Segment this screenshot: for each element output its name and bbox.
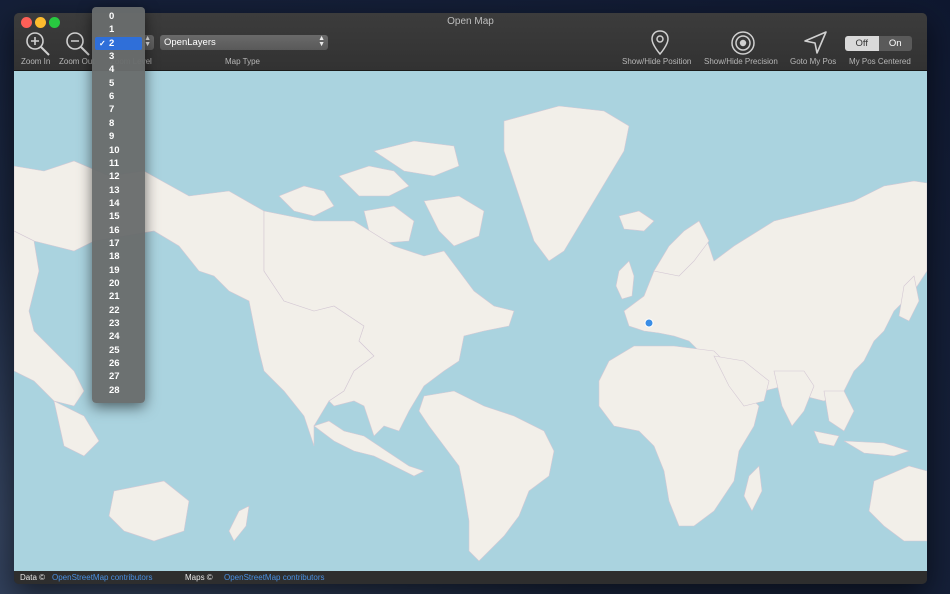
- current-position-marker: [644, 318, 654, 328]
- zoom-level-option[interactable]: 19: [92, 264, 145, 277]
- zoom-level-option[interactable]: 23: [92, 317, 145, 330]
- zoom-level-option[interactable]: 8: [92, 117, 145, 130]
- map-type-select[interactable]: OpenLayers ▲ ▼: [160, 35, 328, 50]
- show-hide-position-label: Show/Hide Position: [622, 57, 692, 66]
- zoom-level-option[interactable]: 26: [92, 357, 145, 370]
- zoom-level-option[interactable]: 7: [92, 103, 145, 116]
- show-hide-position-button[interactable]: Show/Hide Position: [620, 30, 700, 70]
- map-view[interactable]: [14, 71, 927, 571]
- zoom-level-option[interactable]: 13: [92, 184, 145, 197]
- my-pos-centered-label: My Pos Centered: [849, 57, 911, 66]
- zoom-level-option[interactable]: 15: [92, 210, 145, 223]
- zoom-level-option[interactable]: 5: [92, 77, 145, 90]
- zoom-level-option[interactable]: 12: [92, 170, 145, 183]
- zoom-level-option[interactable]: 20: [92, 277, 145, 290]
- toggle-on-option[interactable]: On: [879, 36, 913, 51]
- map-type-value: OpenLayers: [164, 37, 216, 48]
- my-pos-centered-toggle[interactable]: Off On: [845, 36, 912, 51]
- title-bar: Open Map Zoom In Zoom Out 2 ▲▼ Zo: [14, 13, 927, 71]
- zoom-level-option[interactable]: 21: [92, 290, 145, 303]
- goto-my-pos-label: Goto My Pos: [790, 57, 837, 66]
- zoom-level-option[interactable]: ✓ 2: [95, 36, 142, 50]
- map-type-label: Map Type: [225, 57, 260, 66]
- checkmark-icon: ✓: [99, 38, 106, 48]
- show-hide-precision-label: Show/Hide Precision: [704, 57, 778, 66]
- app-window: Open Map Zoom In Zoom Out 2 ▲▼ Zo: [14, 13, 927, 584]
- location-pin-icon: [651, 30, 669, 56]
- target-icon: [731, 31, 755, 55]
- attribution-bar: Data © OpenStreetMap contributors Maps ©…: [14, 571, 927, 584]
- show-hide-precision-button[interactable]: Show/Hide Precision: [702, 30, 786, 70]
- toggle-off-option[interactable]: Off: [845, 36, 879, 51]
- zoom-level-option[interactable]: 1: [92, 23, 145, 36]
- zoom-level-option[interactable]: 11: [92, 157, 145, 170]
- zoom-level-option[interactable]: 28: [92, 384, 145, 397]
- zoom-level-option[interactable]: 17: [92, 237, 145, 250]
- zoom-in-icon: [26, 32, 50, 56]
- zoom-level-option[interactable]: 22: [92, 304, 145, 317]
- select-chevron-icon: ▲ ▼: [144, 35, 151, 48]
- zoom-out-label: Zoom Out: [59, 57, 95, 66]
- world-map: [14, 105, 927, 562]
- data-attribution-link[interactable]: OpenStreetMap contributors: [52, 571, 153, 584]
- zoom-level-option[interactable]: 0: [92, 10, 145, 23]
- zoom-level-option[interactable]: 16: [92, 224, 145, 237]
- zoom-level-option[interactable]: 14: [92, 197, 145, 210]
- zoom-level-option[interactable]: 3: [92, 50, 145, 63]
- zoom-level-option[interactable]: 6: [92, 90, 145, 103]
- maps-attribution-link[interactable]: OpenStreetMap contributors: [224, 571, 325, 584]
- navigation-arrow-icon: [804, 31, 827, 54]
- zoom-level-option[interactable]: 24: [92, 330, 145, 343]
- select-chevron-icon: ▲ ▼: [318, 35, 325, 48]
- zoom-level-option[interactable]: 9: [92, 130, 145, 143]
- goto-my-pos-button[interactable]: Goto My Pos: [788, 30, 844, 70]
- zoom-level-option[interactable]: 10: [92, 144, 145, 157]
- zoom-level-option[interactable]: 27: [92, 370, 145, 383]
- zoom-level-option[interactable]: 18: [92, 250, 145, 263]
- zoom-level-option[interactable]: 25: [92, 344, 145, 357]
- zoom-level-dropdown-menu[interactable]: 0 1 ✓ 2 3 4 5 6 7 8 9 10 11 12 13 14 15 16 17 18 19 20 21 22 23 2…: [92, 7, 145, 403]
- zoom-in-button[interactable]: Zoom In: [18, 30, 58, 70]
- zoom-out-icon: [66, 32, 90, 56]
- window-title: Open Map: [447, 16, 494, 27]
- zoom-in-label: Zoom In: [21, 57, 51, 66]
- zoom-level-option[interactable]: 4: [92, 63, 145, 76]
- data-attribution-label: Data ©: [20, 573, 46, 582]
- maps-attribution-label: Maps ©: [185, 573, 213, 582]
